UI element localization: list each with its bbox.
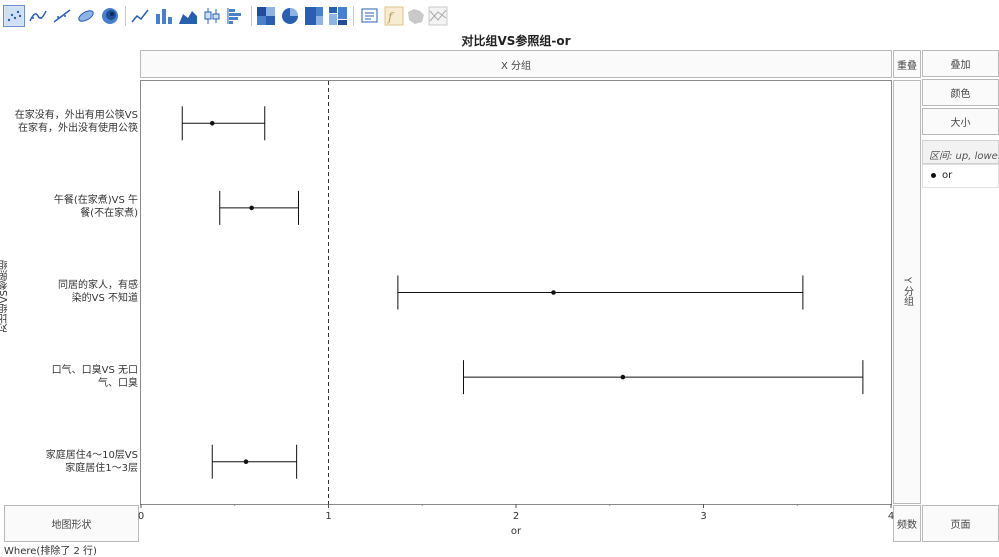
- where-note: Where(排除了 2 行): [4, 546, 97, 557]
- plot-area: 0 1 2 3 4 or: [138, 80, 894, 537]
- x-axis-title: or: [511, 526, 522, 537]
- x-tick-label: 4: [888, 511, 894, 522]
- x-tick-label: 2: [513, 511, 519, 522]
- or-point: [249, 205, 254, 211]
- x-tick-label: 3: [700, 511, 706, 522]
- x-tick-label: 1: [325, 511, 331, 522]
- or-point: [243, 459, 249, 465]
- or-point: [620, 374, 626, 380]
- or-point: [209, 121, 215, 126]
- x-tick-label: 0: [138, 511, 144, 522]
- or-point: [551, 290, 556, 295]
